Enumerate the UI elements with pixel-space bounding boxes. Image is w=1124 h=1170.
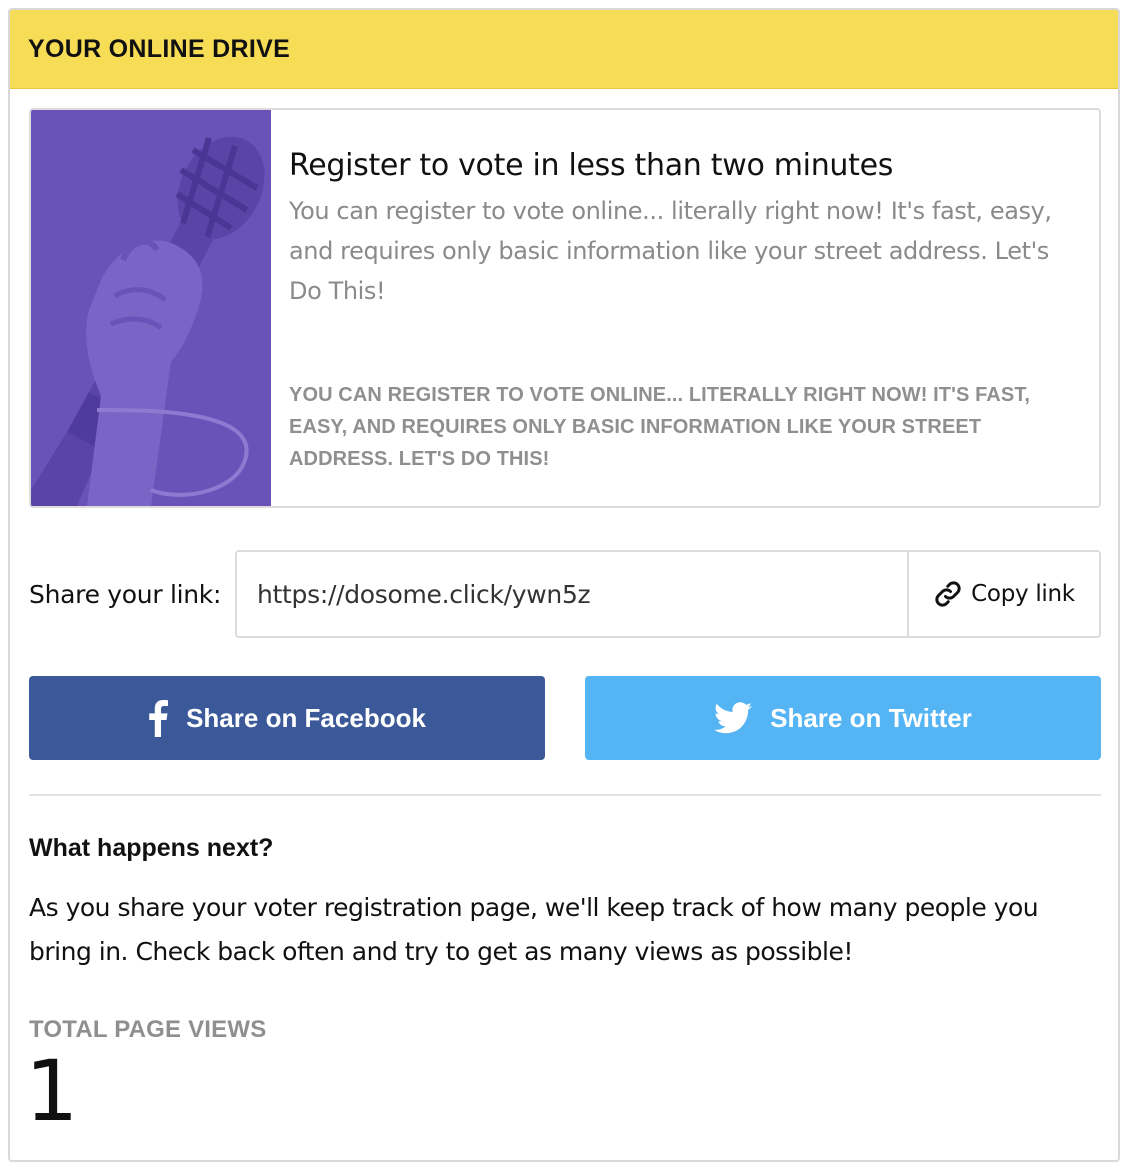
share-twitter-button[interactable]: Share on Twitter (585, 676, 1101, 760)
facebook-icon (149, 700, 169, 737)
hand-microphone-illustration (31, 136, 265, 506)
share-link-box: Copy link (235, 550, 1101, 638)
share-link-label: Share your link: (29, 579, 222, 609)
total-page-views-label: TOTAL PAGE VIEWS (29, 1016, 267, 1043)
share-twitter-label: Share on Twitter (770, 702, 972, 733)
copy-link-button[interactable]: Copy link (907, 552, 1099, 636)
share-link-row: Share your link: Copy link (29, 550, 1101, 638)
total-page-views-count: 1 (25, 1042, 79, 1140)
card-header: YOUR ONLINE DRIVE (10, 10, 1118, 89)
share-link-input[interactable] (237, 552, 907, 636)
online-drive-card: YOUR ONLINE DRIVE Register to vote in le… (8, 8, 1120, 1162)
share-facebook-label: Share on Facebook (186, 702, 426, 733)
next-title: What happens next? (29, 834, 274, 862)
twitter-icon (714, 702, 753, 734)
promo-block: Register to vote in less than two minute… (29, 108, 1101, 508)
promo-description: You can register to vote online... liter… (289, 197, 1052, 305)
copy-link-label: Copy link (971, 581, 1075, 607)
link-icon (935, 581, 961, 607)
promo-caps-description: You can register to vote online... liter… (289, 384, 1031, 470)
next-description: As you share your voter registration pag… (29, 893, 1039, 966)
share-facebook-button[interactable]: Share on Facebook (29, 676, 545, 760)
card-title: YOUR ONLINE DRIVE (28, 34, 291, 63)
social-share-row: Share on Facebook Share on Twitter (29, 676, 1101, 760)
promo-body: Register to vote in less than two minute… (271, 110, 1099, 506)
promo-title: Register to vote in less than two minute… (289, 148, 894, 183)
promo-image (31, 110, 271, 506)
section-divider (29, 794, 1101, 796)
